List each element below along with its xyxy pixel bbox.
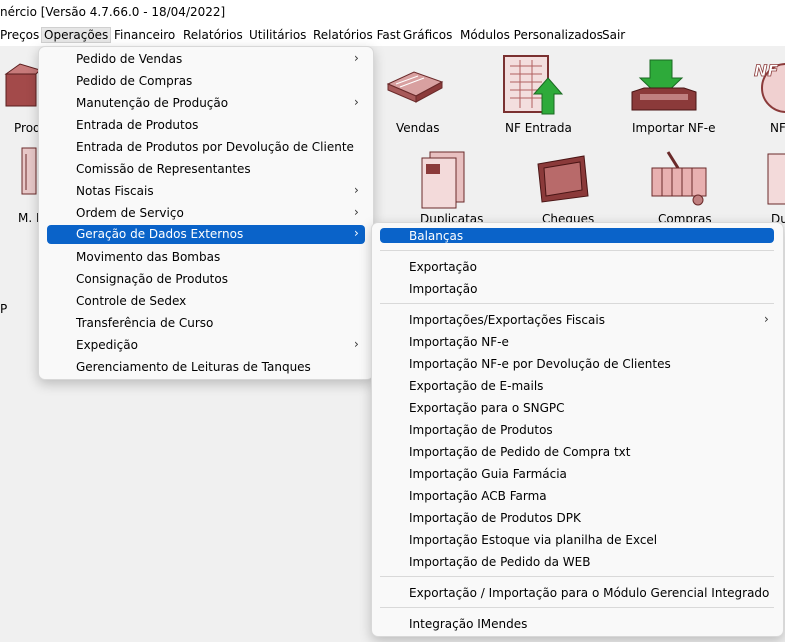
submenu-item-exportacao-emails[interactable]: Exportação de E-mails <box>380 376 774 396</box>
window-title: nércio [Versão 4.7.66.0 - 18/04/2022] <box>0 5 226 19</box>
menu-item-ordem-de-servico[interactable]: Ordem de Serviço › <box>47 203 365 223</box>
submenu-item-importacao-produtos-dpk[interactable]: Importação de Produtos DPK <box>380 508 774 528</box>
desktop-label-nf-entrada[interactable]: NF Entrada <box>505 121 572 135</box>
menu-item-controle-sedex[interactable]: Controle de Sedex <box>47 291 365 311</box>
compras-icon[interactable] <box>648 146 710 208</box>
submenu-item-importacao-nfe[interactable]: Importação NF-e <box>380 332 774 352</box>
submenu-item-importacao-nfe-devolucao[interactable]: Importação NF-e por Devolução de Cliente… <box>380 354 774 374</box>
chevron-right-icon: › <box>354 51 359 65</box>
menu-item-geracao-dados-externos[interactable]: Geração de Dados Externos › <box>47 225 365 244</box>
produtos-icon[interactable] <box>0 56 40 116</box>
chevron-right-icon: › <box>764 312 769 326</box>
submenu-item-exportacao-sngpc[interactable]: Exportação para o SNGPC <box>380 398 774 418</box>
submenu-item-importacao-pedido-compra-txt[interactable]: Importação de Pedido de Compra txt <box>380 442 774 462</box>
nf-entrada-icon[interactable] <box>502 54 564 116</box>
menu-item-transferencia-curso[interactable]: Transferência de Curso <box>47 313 365 333</box>
menu-modulos-personalizados[interactable]: Módulos Personalizados <box>460 28 603 42</box>
menu-relatorios[interactable]: Relatórios <box>183 28 243 42</box>
chevron-right-icon: › <box>354 183 359 197</box>
menu-item-movimento-bombas[interactable]: Movimento das Bombas <box>47 247 365 267</box>
menu-precos[interactable]: Preços <box>0 28 39 42</box>
menu-graficos[interactable]: Gráficos <box>403 28 452 42</box>
menu-financeiro[interactable]: Financeiro <box>114 28 175 42</box>
submenu-item-importacao[interactable]: Importação <box>380 279 774 299</box>
menu-relatorios-fast[interactable]: Relatórios Fast <box>313 28 401 42</box>
desktop-label-prod: Prod <box>14 121 41 135</box>
svg-text:NF: NF <box>754 61 778 80</box>
chevron-right-icon: › <box>354 95 359 109</box>
chevron-right-icon: › <box>354 205 359 219</box>
submenu-item-balancas[interactable]: Balanças <box>380 228 774 243</box>
cheques-icon[interactable] <box>534 150 592 204</box>
menu-item-notas-fiscais[interactable]: Notas Fiscais › <box>47 181 365 201</box>
desktop-label-importar-nfe[interactable]: Importar NF-e <box>632 121 716 135</box>
mf-icon[interactable] <box>18 142 40 200</box>
submenu-item-modulo-gerencial-integrado[interactable]: Exportação / Importação para o Módulo Ge… <box>380 583 774 603</box>
nf-icon[interactable]: NF <box>748 54 785 114</box>
submenu-item-import-export-fiscais[interactable]: Importações/Exportações Fiscais › <box>380 310 774 330</box>
submenu-item-importacao-pedido-web[interactable]: Importação de Pedido da WEB <box>380 552 774 572</box>
submenu-item-integracao-imendes[interactable]: Integração IMendes <box>380 614 774 634</box>
vendas-icon[interactable] <box>384 64 446 106</box>
desktop-label-vendas[interactable]: Vendas <box>396 121 440 135</box>
desktop-label-p: P <box>0 302 8 316</box>
importar-nfe-icon[interactable] <box>630 58 698 114</box>
operacoes-dropdown: Pedido de Vendas › Pedido de Compras Manu… <box>38 46 374 380</box>
desktop-label-nf[interactable]: NF <box>770 121 785 135</box>
submenu-item-importacao-produtos[interactable]: Importação de Produtos <box>380 420 774 440</box>
submenu-item-importacao-acb-farma[interactable]: Importação ACB Farma <box>380 486 774 506</box>
menu-operacoes[interactable]: Operações <box>40 27 112 43</box>
menu-separator <box>380 576 774 577</box>
chevron-right-icon: › <box>354 337 359 351</box>
menu-utilitarios[interactable]: Utilitários <box>249 28 306 42</box>
menu-separator <box>380 607 774 608</box>
submenu-item-importacao-estoque-excel[interactable]: Importação Estoque via planilha de Excel <box>380 530 774 550</box>
title-bar: nércio [Versão 4.7.66.0 - 18/04/2022] <box>0 0 785 26</box>
menu-item-leituras-tanques[interactable]: Gerenciamento de Leituras de Tanques <box>47 357 365 377</box>
menu-bar: Preços Operações Financeiro Relatórios U… <box>0 26 785 46</box>
menu-item-consignacao-produtos[interactable]: Consignação de Produtos <box>47 269 365 289</box>
menu-sair[interactable]: Sair <box>602 28 625 42</box>
menu-separator <box>380 303 774 304</box>
menu-item-entrada-devolucao-cliente[interactable]: Entrada de Produtos por Devolução de Cli… <box>47 137 365 157</box>
menu-separator <box>380 250 774 251</box>
du-icon[interactable] <box>766 150 785 210</box>
menu-item-comissao-representantes[interactable]: Comissão de Representantes <box>47 159 365 179</box>
menu-item-pedido-de-vendas[interactable]: Pedido de Vendas › <box>47 49 365 69</box>
menu-item-expedicao[interactable]: Expedição › <box>47 335 365 355</box>
geracao-dados-externos-submenu: Balanças Exportação Importação Importaçõ… <box>371 222 784 637</box>
chevron-right-icon: › <box>354 226 359 240</box>
duplicatas-icon[interactable] <box>414 150 470 210</box>
menu-item-manutencao-de-producao[interactable]: Manutenção de Produção › <box>47 93 365 113</box>
menu-item-entrada-de-produtos[interactable]: Entrada de Produtos <box>47 115 365 135</box>
menu-item-pedido-de-compras[interactable]: Pedido de Compras <box>47 71 365 91</box>
submenu-item-importacao-guia-farmacia[interactable]: Importação Guia Farmácia <box>380 464 774 484</box>
submenu-item-exportacao[interactable]: Exportação <box>380 257 774 277</box>
